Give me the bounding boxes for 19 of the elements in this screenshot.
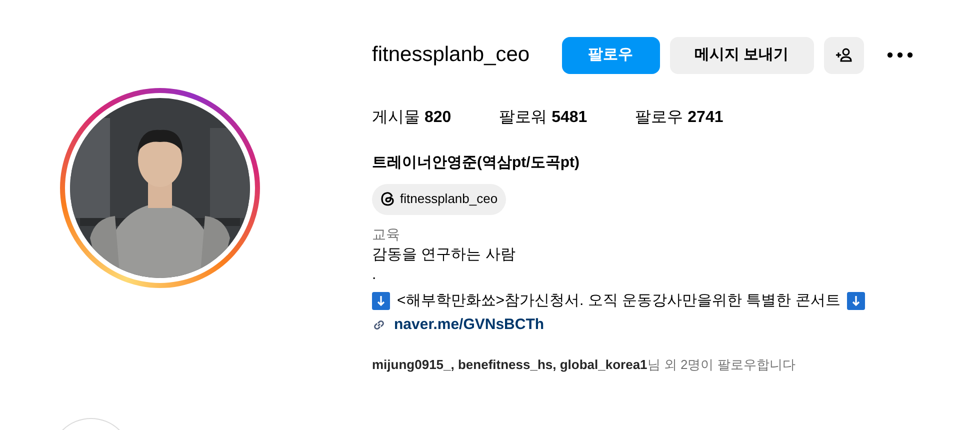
- profile-stat[interactable]: 게시물 820: [372, 106, 452, 130]
- category-label: 교육: [372, 224, 401, 244]
- profile-stat[interactable]: 팔로우 2741: [635, 106, 724, 130]
- username: fitnessplanb_ceo: [372, 42, 530, 68]
- bio-link[interactable]: naver.me/GVNsBCTh: [394, 314, 544, 336]
- threads-icon: [380, 191, 396, 207]
- threads-badge[interactable]: fitnessplanb_ceo: [372, 184, 506, 214]
- more-icon: [886, 52, 913, 58]
- profile-stat[interactable]: 팔로워 5481: [499, 106, 588, 130]
- suggest-user-button[interactable]: [824, 36, 864, 74]
- bio-text: .: [372, 264, 378, 284]
- full-name: 트레이너안영준(역삼pt/도곡pt): [372, 153, 580, 173]
- followed-by-names[interactable]: mijung0915_, benefitness_hs, global_korea1: [372, 354, 648, 374]
- bio-text: <해부학만화쑈>참가신청서. 오직 운동강사만을위한 특별한 콘서트: [397, 290, 840, 310]
- followed-by-text: 님 외 2명이 팔로우합니다: [647, 356, 796, 374]
- bio-text: 감동을 연구하는 사람: [372, 244, 516, 264]
- link-icon: [372, 318, 386, 332]
- message-button[interactable]: 메시지 보내기: [670, 36, 814, 74]
- add-person-icon: [834, 48, 853, 62]
